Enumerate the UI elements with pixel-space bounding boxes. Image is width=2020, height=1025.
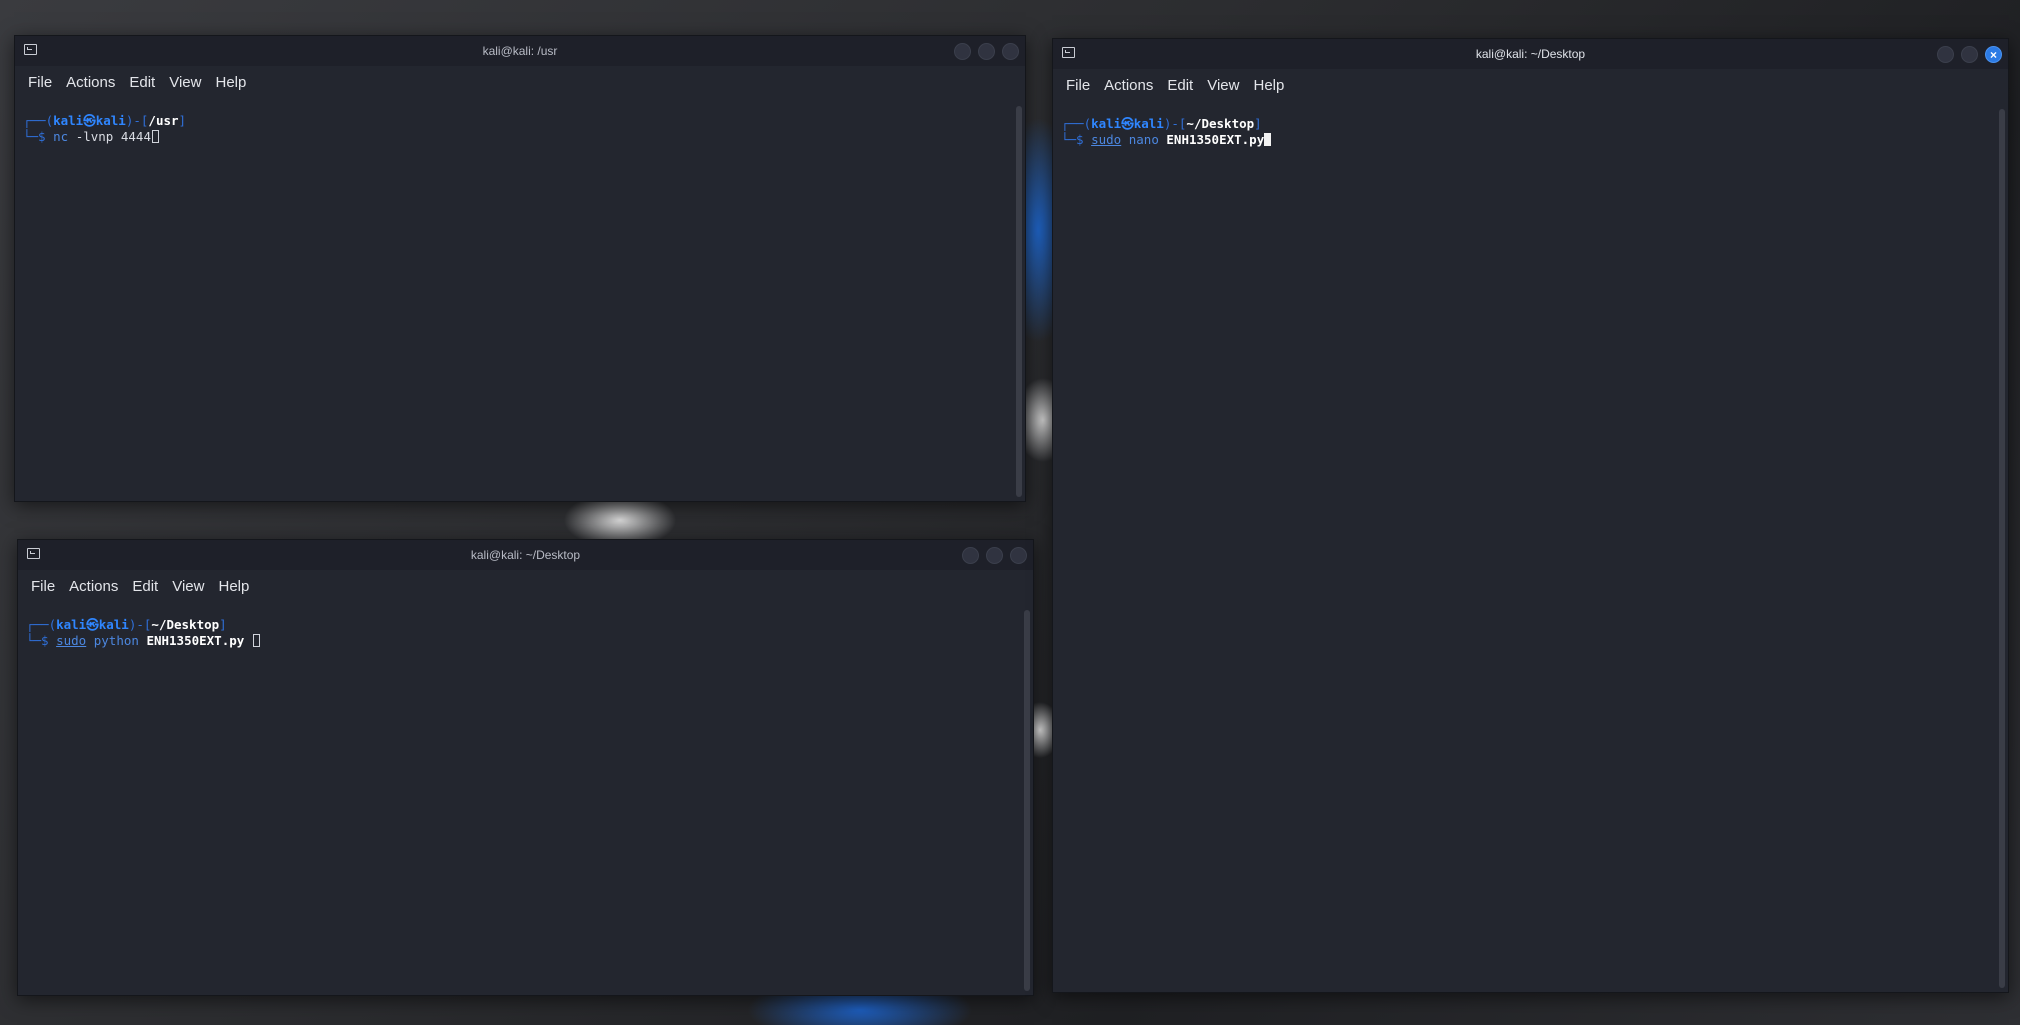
command-value: 4444 [120, 129, 151, 144]
command-line[interactable]: └─$ nc -lvnp 4444 [23, 129, 1011, 145]
menu-file[interactable]: File [1059, 77, 1097, 94]
menu-view[interactable]: View [1200, 77, 1246, 94]
close-button[interactable] [1002, 43, 1019, 60]
prompt-host: kali [98, 617, 129, 632]
menubar: File Actions Edit View Help [15, 66, 1025, 98]
close-button[interactable] [1010, 547, 1027, 564]
command-args: -lvnp [75, 129, 114, 144]
menu-file[interactable]: File [21, 74, 59, 91]
close-button[interactable]: × [1985, 46, 2002, 63]
menu-actions[interactable]: Actions [62, 578, 125, 595]
prompt-path: /usr [148, 113, 179, 128]
prompt-host: kali [1133, 116, 1164, 131]
terminal-output[interactable]: ┌──(kali㉿kali)-[~/Desktop] └─$ sudo pyth… [18, 617, 1019, 995]
menubar: File Actions Edit View Help [18, 570, 1033, 602]
command-line[interactable]: └─$ sudo nano ENH1350EXT.py [1061, 132, 1994, 148]
terminal-window-desktop-python[interactable]: kali@kali: ~/Desktop File Actions Edit V… [17, 539, 1034, 996]
minimize-button[interactable] [1937, 46, 1954, 63]
prompt-user: kali [56, 617, 87, 632]
window-title: kali@kali: ~/Desktop [1475, 47, 1586, 61]
prompt-line: ┌──(kali㉿kali)-[/usr] [23, 113, 187, 128]
command-sudo: sudo [1091, 132, 1122, 147]
window-titlebar[interactable]: kali@kali: ~/Desktop × [1053, 39, 2008, 69]
command-program: nc [53, 129, 69, 144]
command-program: nano [1128, 132, 1159, 147]
terminal-window-usr[interactable]: kali@kali: /usr File Actions Edit View H… [14, 35, 1026, 502]
prompt-host: kali [95, 113, 126, 128]
text-cursor [1264, 133, 1272, 146]
terminal-output[interactable]: ┌──(kali㉿kali)-[~/Desktop] └─$ sudo nano… [1053, 116, 1994, 992]
command-sudo: sudo [56, 633, 87, 648]
prompt-line: ┌──(kali㉿kali)-[~/Desktop] [1061, 116, 1262, 131]
text-cursor [151, 130, 159, 143]
scrollbar[interactable] [1024, 610, 1030, 991]
text-cursor [252, 634, 260, 647]
terminal-icon [24, 44, 37, 55]
terminal-output[interactable]: ┌──(kali㉿kali)-[/usr] └─$ nc -lvnp 4444 [15, 113, 1011, 501]
prompt-line: ┌──(kali㉿kali)-[~/Desktop] [26, 617, 227, 632]
menu-edit[interactable]: Edit [122, 74, 162, 91]
terminal-icon [27, 548, 40, 559]
menubar: File Actions Edit View Help [1053, 69, 2008, 101]
prompt-at: ㉿ [83, 113, 96, 128]
minimize-button[interactable] [962, 547, 979, 564]
command-value: ENH1350EXT.py [146, 633, 245, 648]
prompt-at: ㉿ [86, 617, 99, 632]
menu-edit[interactable]: Edit [125, 578, 165, 595]
menu-view[interactable]: View [162, 74, 208, 91]
window-title: kali@kali: ~/Desktop [470, 548, 581, 562]
window-controls: × [1937, 46, 2002, 63]
window-titlebar[interactable]: kali@kali: /usr [15, 36, 1025, 66]
menu-actions[interactable]: Actions [59, 74, 122, 91]
menu-help[interactable]: Help [208, 74, 253, 91]
prompt-user: kali [1091, 116, 1122, 131]
minimize-button[interactable] [954, 43, 971, 60]
maximize-button[interactable] [986, 547, 1003, 564]
menu-help[interactable]: Help [211, 578, 256, 595]
prompt-path: ~/Desktop [151, 617, 220, 632]
window-controls [954, 43, 1019, 60]
prompt-at: ㉿ [1121, 116, 1134, 131]
prompt-path: ~/Desktop [1186, 116, 1255, 131]
command-line[interactable]: └─$ sudo python ENH1350EXT.py [26, 633, 1019, 649]
maximize-button[interactable] [1961, 46, 1978, 63]
terminal-window-desktop-nano[interactable]: kali@kali: ~/Desktop × File Actions Edit… [1052, 38, 2009, 993]
menu-actions[interactable]: Actions [1097, 77, 1160, 94]
prompt-user: kali [53, 113, 84, 128]
command-value: ENH1350EXT.py [1166, 132, 1265, 147]
maximize-button[interactable] [978, 43, 995, 60]
window-titlebar[interactable]: kali@kali: ~/Desktop [18, 540, 1033, 570]
menu-view[interactable]: View [165, 578, 211, 595]
menu-file[interactable]: File [24, 578, 62, 595]
command-program: python [93, 633, 139, 648]
scrollbar[interactable] [1016, 106, 1022, 497]
scrollbar[interactable] [1999, 109, 2005, 988]
menu-help[interactable]: Help [1246, 77, 1291, 94]
window-title: kali@kali: /usr [482, 44, 558, 58]
window-controls [962, 547, 1027, 564]
terminal-icon [1062, 47, 1075, 58]
menu-edit[interactable]: Edit [1160, 77, 1200, 94]
